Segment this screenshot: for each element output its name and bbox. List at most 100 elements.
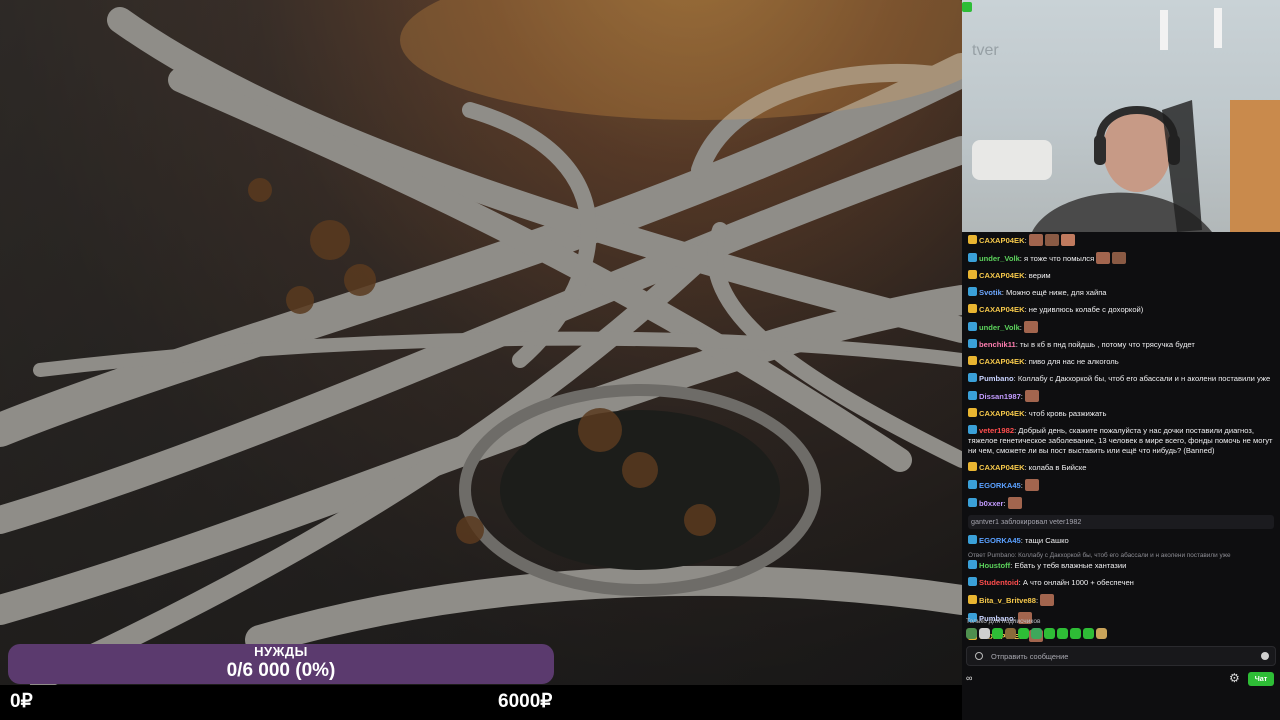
chat-username[interactable]: CAXAP04EK: [979, 271, 1025, 280]
chat-input[interactable]: Отправить сообщение: [966, 646, 1276, 666]
chat-emote: [1024, 390, 1039, 402]
chat-message: CAXAP04EK: не удивлюсь колабе с доxоркой…: [968, 304, 1274, 315]
chat-emote: [1023, 321, 1038, 333]
emote-button[interactable]: [1018, 628, 1029, 639]
user-badge-icon: [968, 270, 977, 279]
chat-username[interactable]: under_Volk: [979, 323, 1020, 332]
chat-username[interactable]: EGORKA45: [979, 481, 1021, 490]
chat-username[interactable]: Bita_v_Britve88: [979, 596, 1036, 605]
chat-username[interactable]: under_Volk: [979, 254, 1020, 263]
chat-message: b0xxer:: [968, 497, 1274, 509]
user-badge-icon: [968, 322, 977, 331]
chat-username[interactable]: veter1982: [979, 426, 1014, 435]
chat-message: Ответ Pumbano: Коллабу с Дакхоркой бы, ч…: [968, 552, 1274, 571]
chat-message: veter1982: Добрый день, скажите пожалуйс…: [968, 425, 1274, 456]
chat-message: EGORKA45: тащи Сашко: [968, 535, 1274, 546]
chat-message: CAXAP04EK: колаба в Бийске: [968, 462, 1274, 473]
chat-message: under_Volk: я тоже что помылся: [968, 252, 1274, 264]
chat-text: :: [1003, 499, 1006, 508]
chat-text: : не удивлюсь колабе с доxоркой): [1024, 305, 1144, 314]
chat-username[interactable]: EGORKA45: [979, 536, 1021, 545]
chat-message: Pumbano: Коллабу с Дакхоркой бы, чтоб ег…: [968, 373, 1274, 384]
chat-username[interactable]: CAXAP04EK: [979, 357, 1025, 366]
emote-button[interactable]: [1070, 628, 1081, 639]
chat-emote: [1112, 252, 1127, 264]
emote-button[interactable]: [1096, 628, 1107, 639]
chat-username[interactable]: CAXAP04EK: [979, 236, 1025, 245]
emote-button[interactable]: [1083, 628, 1094, 639]
chat-text: : Ебать у тебя влажные хантазии: [1010, 561, 1127, 570]
chat-message: Svotik: Можно ещё ниже, для хайпа: [968, 287, 1274, 298]
chat-message: EGORKA45:: [968, 479, 1274, 491]
user-badge-icon: [968, 425, 977, 434]
user-badge-icon: [968, 287, 977, 296]
user-badge-icon: [968, 408, 977, 417]
chat-emote: [1040, 594, 1055, 606]
chat-emote: [1028, 234, 1043, 246]
chat-username[interactable]: benchik11: [979, 340, 1016, 349]
chat-username[interactable]: b0xxer: [979, 499, 1004, 508]
emote-picker-icon[interactable]: [975, 652, 983, 660]
user-badge-icon: [968, 535, 977, 544]
chat-text: : колаба в Бийске: [1024, 463, 1087, 472]
user-badge-icon: [968, 304, 977, 313]
emote-button[interactable]: [1031, 628, 1042, 639]
chat-emote: [1007, 497, 1022, 509]
chat-username[interactable]: Houstoff: [979, 561, 1010, 570]
user-badge-icon: [968, 235, 977, 244]
chat-username[interactable]: Dissan1987: [979, 392, 1021, 401]
chat-input-placeholder: Отправить сообщение: [991, 652, 1069, 661]
chat-text: :: [1024, 236, 1027, 245]
user-badge-icon: [968, 595, 977, 604]
chat-text: :: [1020, 481, 1023, 490]
chat-message: Dissan1987:: [968, 390, 1274, 402]
emote-button[interactable]: [1005, 628, 1016, 639]
chat-username[interactable]: CAXAP04EK: [979, 305, 1025, 314]
emote-quickbar: [966, 628, 1107, 640]
chat-text: : пиво для нас не алкоголь: [1024, 357, 1119, 366]
chat-message: CAXAP04EK: пиво для нас не алкоголь: [968, 356, 1274, 367]
chat-text: :: [1036, 596, 1039, 605]
user-badge-icon: [968, 253, 977, 262]
chat-username[interactable]: Svotik: [979, 288, 1002, 297]
chat-text: : ты в кб в пнд пойдшь , потому что тряс…: [1015, 340, 1195, 349]
chat-messages: CAXAP04EK: under_Volk: я тоже что помылся…: [962, 232, 1280, 644]
chat-username[interactable]: Studentoid: [979, 578, 1019, 587]
emote-button[interactable]: [1057, 628, 1068, 639]
right-panel: tver CAXAP04EK: under_Volk: я тоже что по…: [962, 0, 1280, 720]
chat-message: benchik11: ты в кб в пнд пойдшь , потому…: [968, 339, 1274, 350]
chat-emote: [1060, 234, 1075, 246]
chat-send-button[interactable]: Чат: [1248, 672, 1274, 686]
chat-text: : Добрый день, скажите пожалуйста у нас …: [968, 426, 1273, 455]
smile-icon[interactable]: [1261, 652, 1269, 660]
chat-username[interactable]: Pumbano: [979, 374, 1014, 383]
chat-text: : Коллабу с Дакхоркой бы, чтоб его абасс…: [1013, 374, 1271, 383]
emote-button[interactable]: [979, 628, 990, 639]
chat-text: : чтоб кровь разжижать: [1024, 409, 1107, 418]
chat-message: CAXAP04EK:: [968, 234, 1274, 246]
chat-text: :: [1019, 323, 1022, 332]
user-badge-icon: [968, 480, 977, 489]
user-badge-icon: [968, 356, 977, 365]
chat-username[interactable]: CAXAP04EK: [979, 463, 1025, 472]
channel-points-value[interactable]: ∞: [966, 673, 972, 683]
user-badge-icon: [968, 498, 977, 507]
user-badge-icon: [968, 339, 977, 348]
reply-reference: Ответ Pumbano: Коллабу с Дакхоркой бы, ч…: [968, 552, 1231, 559]
chat-message: CAXAP04EK: верим: [968, 270, 1274, 281]
chat-text: : я тоже что помылся: [1019, 254, 1095, 263]
donation-goal-bar: НУЖДЫ 0/6 000 (0%): [8, 644, 554, 684]
chat-emote: [1044, 234, 1059, 246]
emote-button[interactable]: [966, 628, 977, 639]
chat-text: : А что онлайн 1000 + обеспечен: [1018, 578, 1134, 587]
user-badge-icon: [968, 577, 977, 586]
chat-message: Bita_v_Britve88:: [968, 594, 1274, 606]
user-badge-icon: [968, 373, 977, 382]
chat-emote: [1024, 479, 1039, 491]
gear-icon[interactable]: ⚙: [1229, 672, 1240, 684]
chat-username[interactable]: CAXAP04EK: [979, 409, 1025, 418]
emote-button[interactable]: [992, 628, 1003, 639]
emote-button[interactable]: [1044, 628, 1055, 639]
chat-text: : тащи Сашко: [1020, 536, 1069, 545]
stream-video-scene: [0, 0, 962, 685]
